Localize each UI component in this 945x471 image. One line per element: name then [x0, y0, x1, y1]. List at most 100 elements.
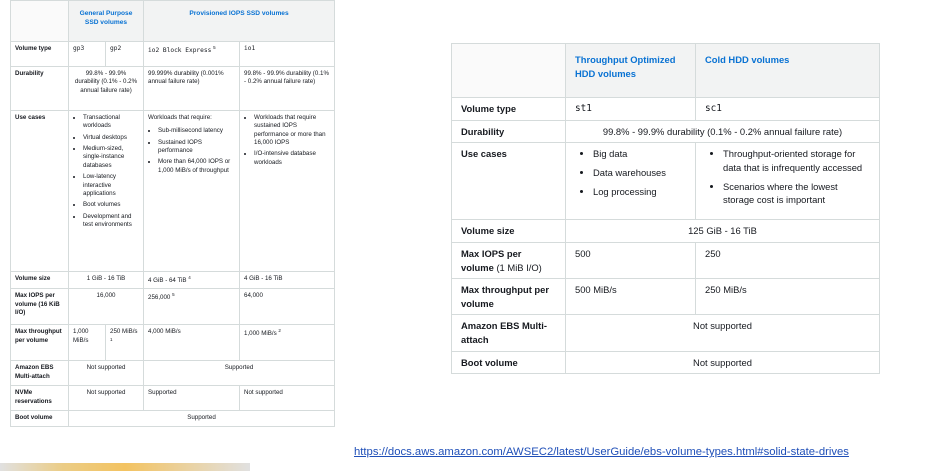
use-case-list: Throughput-oriented storage for data tha…: [705, 147, 870, 207]
footnote-ref: 4: [188, 275, 191, 280]
hdd-row-use-cases: Use cases Big data Data warehouses Log p…: [451, 142, 880, 221]
cell-hdd-boot: Not supported: [565, 350, 880, 375]
cell-general-iops: 16,000: [68, 288, 144, 326]
header-cold-hdd: Cold HDD volumes: [695, 43, 880, 98]
list-item: Data warehouses: [593, 166, 686, 180]
hdd-header-row: Throughput Optimized HDD volumes Cold HD…: [451, 43, 880, 98]
cell-io1-iops: 64,000: [239, 288, 335, 326]
cell-st1-iops: 500: [565, 241, 696, 280]
io2-type: io2 Block Express: [148, 47, 212, 55]
ssd-header-blank: [10, 0, 69, 42]
list-item: Boot volumes: [83, 201, 139, 209]
cell-io1: io1: [239, 41, 335, 67]
cell-io1-throughput: 1,000 MiB/s 2: [239, 324, 335, 362]
decorative-bottom-bar: [0, 463, 250, 471]
cell-sc1-iops: 250: [695, 241, 880, 280]
cell-io2-durability: 99.999% durability (0.001% annual failur…: [143, 66, 240, 111]
list-item: Big data: [593, 147, 686, 161]
row-label: Use cases: [10, 110, 69, 272]
io2-size-value: 4 GiB - 64 TiB: [148, 277, 187, 285]
gp2-throughput-value: 250 MiB/s: [110, 328, 138, 336]
hdd-row-volume-size: Volume size 125 GiB - 16 TiB: [451, 219, 880, 243]
footnote-ref: 5: [172, 292, 175, 298]
hdd-row-volume-type: Volume type st1 sc1: [451, 97, 880, 121]
cell-io2-iops: 256,000 5: [143, 288, 240, 326]
cell-io1-durability: 99.8% - 99.9% durability (0.1% - 0.2% an…: [239, 66, 335, 111]
cell-general-multi-attach: Not supported: [68, 360, 144, 387]
header-general-purpose-ssd: General Purpose SSD volumes: [68, 0, 144, 42]
hdd-row-durability: Durability 99.8% - 99.9% durability (0.1…: [451, 119, 880, 144]
header-throughput-optimized-hdd: Throughput Optimized HDD volumes: [565, 43, 696, 98]
list-item: Development and test environments: [83, 213, 139, 230]
list-item: Sub-millisecond latency: [158, 127, 235, 135]
row-label: Max IOPS per volume (1 MiB I/O): [451, 241, 566, 280]
list-item: Transactional workloads: [83, 114, 139, 131]
hdd-row-max-iops: Max IOPS per volume (1 MiB I/O) 500 250: [451, 241, 880, 280]
list-item: Sustained IOPS performance: [158, 139, 235, 156]
cell-sc1: sc1: [695, 97, 880, 121]
list-item: More than 64,000 IOPS or 1,000 MiB/s of …: [158, 158, 235, 175]
cell-gp2: gp2: [105, 41, 144, 67]
footnote-ref: 1: [110, 336, 113, 342]
hdd-volume-table: Throughput Optimized HDD volumes Cold HD…: [451, 43, 880, 375]
row-label: Use cases: [451, 142, 566, 221]
cell-io2-use-cases: Workloads that require: Sub-millisecond …: [143, 110, 240, 272]
hdd-header-blank: [451, 43, 566, 98]
list-item: Low-latency interactive applications: [83, 173, 139, 198]
ssd-row-volume-type: Volume type gp3 gp2 io2 Block Express 5 …: [10, 41, 335, 67]
cell-hdd-size: 125 GiB - 16 TiB: [565, 219, 880, 243]
footnote-ref: 5: [213, 45, 216, 50]
use-case-list: Sub-millisecond latency Sustained IOPS p…: [148, 127, 235, 175]
ssd-row-multi-attach: Amazon EBS Multi-attach Not supported Su…: [10, 360, 335, 387]
hdd-row-boot-volume: Boot volume Not supported: [451, 350, 880, 375]
ssd-row-max-throughput: Max throughput per volume 1,000 MiB/s 25…: [10, 324, 335, 362]
cell-io2: io2 Block Express 5: [143, 41, 240, 67]
ssd-row-use-cases: Use cases Transactional workloads Virtua…: [10, 110, 335, 272]
ssd-row-volume-size: Volume size 1 GiB - 16 TiB 4 GiB - 64 Ti…: [10, 270, 335, 290]
cell-gp3-throughput: 1,000 MiB/s: [68, 324, 106, 362]
footnote-ref: 2: [278, 328, 281, 334]
row-label: Max throughput per volume: [10, 324, 69, 362]
header-provisioned-iops-ssd: Provisioned IOPS SSD volumes: [143, 0, 335, 42]
cell-io2-throughput: 4,000 MiB/s: [143, 324, 240, 362]
row-label: Amazon EBS Multi-attach: [451, 314, 566, 352]
row-label: NVMe reservations: [10, 385, 69, 412]
cell-provisioned-multi-attach: Supported: [143, 360, 335, 387]
cell-io1-use-cases: Workloads that require sustained IOPS pe…: [239, 110, 335, 272]
cell-hdd-durability: 99.8% - 99.9% durability (0.1% - 0.2% an…: [565, 119, 880, 144]
ssd-volume-table: General Purpose SSD volumes Provisioned …: [10, 0, 335, 428]
list-item: Scenarios where the lowest storage cost …: [723, 180, 870, 207]
row-label: Amazon EBS Multi-attach: [10, 360, 69, 387]
cell-io1-nvme: Not supported: [239, 385, 335, 412]
list-item: Log processing: [593, 185, 686, 199]
cell-general-nvme: Not supported: [68, 385, 144, 412]
row-label: Boot volume: [10, 410, 69, 428]
cell-st1: st1: [565, 97, 696, 121]
list-item: Throughput-oriented storage for data tha…: [723, 147, 870, 174]
cell-hdd-multi-attach: Not supported: [565, 314, 880, 352]
cell-gp3: gp3: [68, 41, 106, 67]
list-item: I/O-intensive database workloads: [254, 150, 330, 167]
cell-io2-size: 4 GiB - 64 TiB 4: [143, 270, 240, 290]
max-iops-label-suffix: (1 MiB I/O): [496, 261, 542, 273]
use-case-list: Transactional workloads Virtual desktops…: [73, 114, 139, 229]
row-label: Volume size: [10, 270, 69, 290]
ssd-row-durability: Durability 99.8% - 99.9% durability (0.1…: [10, 66, 335, 111]
cell-io1-size: 4 GiB - 16 TiB: [239, 270, 335, 290]
list-item: Virtual desktops: [83, 134, 139, 142]
row-label: Durability: [10, 66, 69, 111]
use-case-intro: Workloads that require:: [148, 114, 212, 121]
cell-sc1-use-cases: Throughput-oriented storage for data tha…: [695, 142, 880, 221]
ssd-row-max-iops: Max IOPS per volume (16 KiB I/O) 16,000 …: [10, 288, 335, 326]
row-label: Max IOPS per volume (16 KiB I/O): [10, 288, 69, 326]
documentation-link[interactable]: https://docs.aws.amazon.com/AWSEC2/lates…: [354, 446, 849, 458]
row-label: Volume size: [451, 219, 566, 243]
cell-io2-nvme: Supported: [143, 385, 240, 412]
hdd-row-multi-attach: Amazon EBS Multi-attach Not supported: [451, 314, 880, 352]
cell-gp2-throughput: 250 MiB/s 1: [105, 324, 144, 362]
hdd-row-max-throughput: Max throughput per volume 500 MiB/s 250 …: [451, 278, 880, 316]
row-label: Durability: [451, 119, 566, 144]
ssd-header-row: General Purpose SSD volumes Provisioned …: [10, 0, 335, 42]
cell-general-use-cases: Transactional workloads Virtual desktops…: [68, 110, 144, 272]
row-label: Volume type: [451, 97, 566, 121]
